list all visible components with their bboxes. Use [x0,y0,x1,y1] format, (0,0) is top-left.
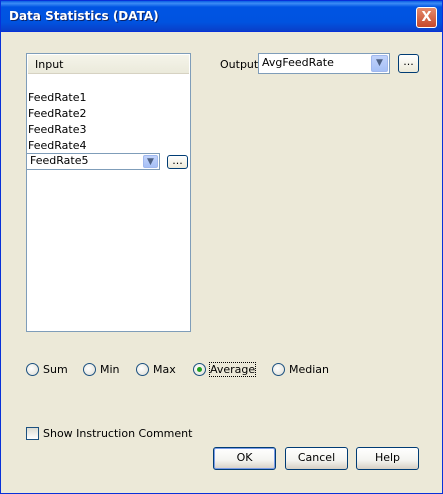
radio-median-label[interactable]: Median [289,363,329,376]
input-combo[interactable]: FeedRate5 ▼ [26,153,160,170]
input-list-header: Input [28,55,189,74]
radio-sum-label[interactable]: Sum [43,363,68,376]
title-bar[interactable]: Data Statistics (DATA) X [1,1,442,32]
chevron-down-icon[interactable]: ▼ [371,55,388,72]
show-comment-label[interactable]: Show Instruction Comment [43,427,192,440]
window-title: Data Statistics (DATA) [9,9,159,23]
output-combo[interactable]: AvgFeedRate ▼ [258,53,390,74]
cancel-button[interactable]: Cancel [285,447,348,470]
output-browse-button[interactable]: ... [398,54,419,73]
input-list-item[interactable]: FeedRate4 [28,138,86,154]
output-label: Output [220,58,259,71]
input-list-item[interactable]: FeedRate2 [28,106,86,122]
output-combo-value: AvgFeedRate [262,56,334,69]
chevron-down-icon[interactable]: ▼ [143,155,158,168]
radio-average[interactable] [193,363,206,376]
input-list-item[interactable]: FeedRate1 [28,90,86,106]
close-icon: X [421,10,432,25]
input-browse-button[interactable]: ... [167,155,188,169]
help-button[interactable]: Help [356,447,419,470]
radio-min-label[interactable]: Min [100,363,120,376]
input-list-item[interactable]: FeedRate3 [28,122,86,138]
radio-max[interactable] [136,363,149,376]
show-comment-checkbox[interactable] [26,427,39,440]
input-list[interactable]: Input FeedRate1 FeedRate2 FeedRate3 Feed… [26,53,191,332]
radio-median[interactable] [272,363,285,376]
dialog-window: Data Statistics (DATA) X Input FeedRate1… [0,0,443,494]
radio-min[interactable] [83,363,96,376]
ok-button[interactable]: OK [213,447,276,470]
radio-sum[interactable] [26,363,39,376]
close-button[interactable]: X [416,7,437,28]
radio-max-label[interactable]: Max [153,363,176,376]
input-combo-value: FeedRate5 [30,154,89,167]
input-header-label: Input [35,58,64,71]
radio-average-label[interactable]: Average [208,362,257,377]
